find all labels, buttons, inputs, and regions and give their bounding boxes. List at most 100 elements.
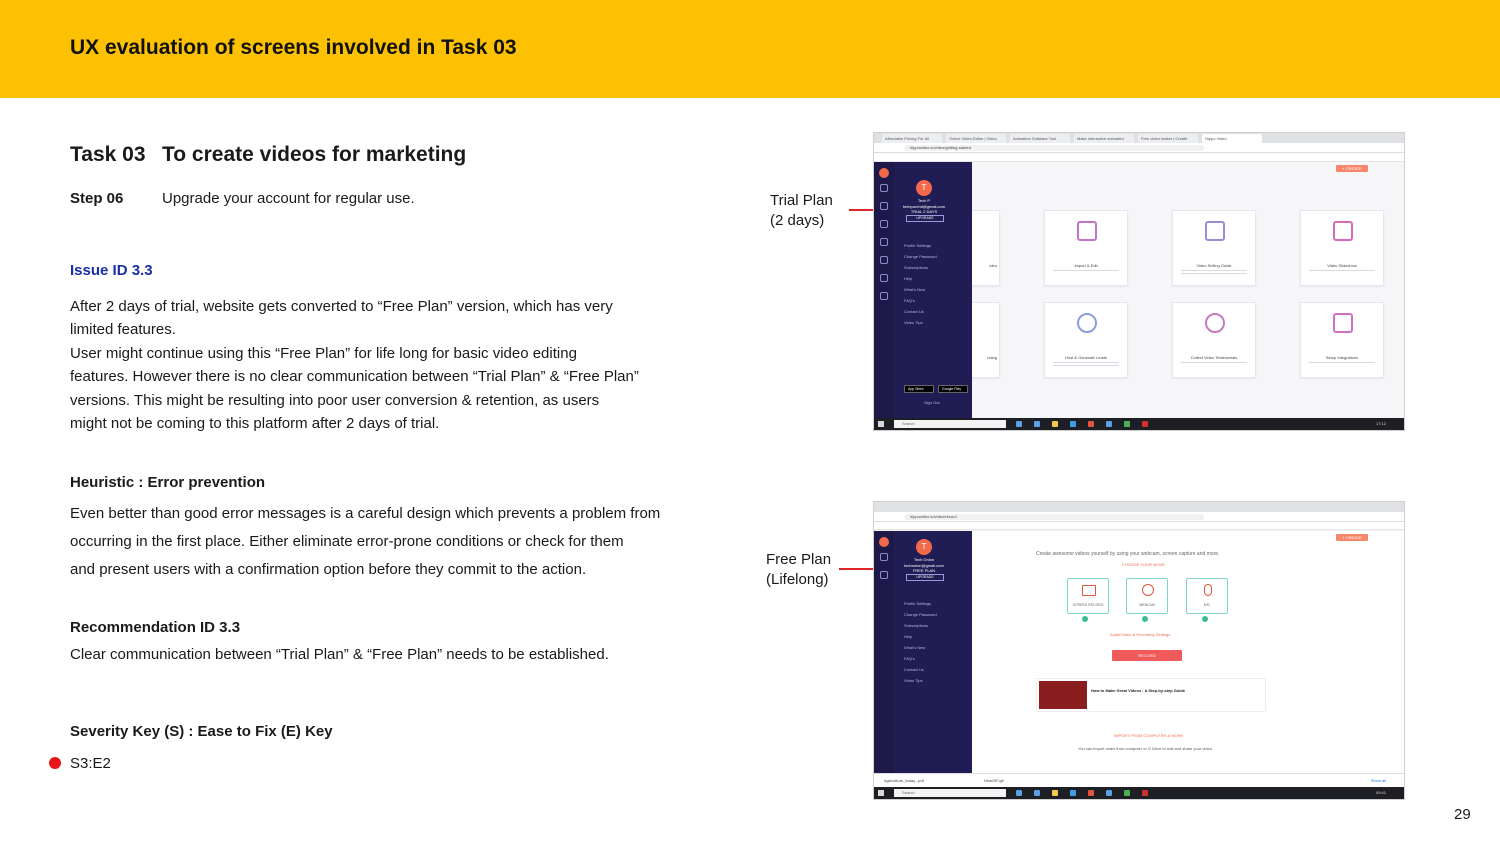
browser-tab[interactable]: Affordable Pricing For All	[882, 134, 942, 143]
user-name: Tech Onion	[913, 557, 935, 562]
windows-start-icon[interactable]	[878, 790, 884, 796]
menu-item-profile-settings[interactable]: Profile Settings	[904, 601, 931, 606]
menu-item-video-tips[interactable]: Video Tips	[904, 320, 923, 325]
video-icon[interactable]	[880, 553, 888, 561]
sign-out-link[interactable]: Sign Out	[924, 400, 940, 405]
contacts-icon[interactable]	[880, 256, 888, 264]
library-icon[interactable]	[880, 202, 888, 210]
menu-item-change-password[interactable]: Change Password	[904, 612, 937, 617]
taskbar-app-icon[interactable]	[1016, 421, 1022, 427]
issue-description: After 2 days of trial, website gets conv…	[70, 295, 690, 435]
show-all-link[interactable]: Show all	[1371, 778, 1386, 783]
browser-tab[interactable]: Hippo Video	[1202, 134, 1262, 143]
analytics-icon[interactable]	[880, 238, 888, 246]
browser-tab-bar	[874, 502, 1404, 512]
menu-item-whats-new[interactable]: What's New	[904, 645, 925, 650]
acrobat-icon[interactable]	[1142, 790, 1148, 796]
user-name: Tech P	[917, 198, 931, 203]
menu-item-video-tips[interactable]: Video Tips	[904, 678, 923, 683]
create-button[interactable]: + CREATE	[1336, 534, 1368, 541]
upgrade-button[interactable]: UPGRADE	[906, 574, 944, 581]
menu-item-profile-settings[interactable]: Profile Settings	[904, 243, 931, 248]
menu-item-subscriptions[interactable]: Subscriptions	[904, 623, 928, 628]
featured-video[interactable]: How to Make Great Videos : A Step-by-ste…	[1036, 678, 1266, 712]
menu-item-change-password[interactable]: Change Password	[904, 254, 937, 259]
menu-item-help[interactable]: Help	[904, 634, 912, 639]
url-field[interactable]: hippovideo.io/video/record	[904, 514, 1204, 520]
step-text: Upgrade your account for regular use.	[162, 190, 415, 207]
record-button[interactable]: RECORD	[1112, 650, 1182, 661]
home-icon[interactable]	[880, 184, 888, 192]
url-field[interactable]: hippovideo.io/video/getting-started	[904, 145, 1204, 151]
audio-settings-link[interactable]: Audio/Video & Recording Settings	[1110, 632, 1170, 637]
browser-tab[interactable]: Make interactive animated	[1074, 134, 1134, 143]
mode-label: WEBCAM	[1139, 603, 1155, 607]
host-generate-leads-card[interactable]: Host & Generate Leads	[1044, 302, 1128, 378]
menu-item-contact-us[interactable]: Contact Us	[904, 309, 924, 314]
upgrade-button[interactable]: UPGRADE	[906, 215, 944, 222]
video-slideshow-card[interactable]: Video Slideshow	[1300, 210, 1384, 286]
windows-start-icon[interactable]	[878, 421, 884, 427]
menu-item-contact-us[interactable]: Contact Us	[904, 667, 924, 672]
edge-icon[interactable]	[1070, 790, 1076, 796]
annotation-line: Free Plan	[766, 551, 832, 568]
taskbar-app-icon[interactable]	[1034, 790, 1040, 796]
video-icon[interactable]	[880, 220, 888, 228]
heuristic-line: and present users with a confirmation op…	[70, 561, 587, 578]
chrome-icon[interactable]	[1088, 421, 1094, 427]
browser-tab[interactable]: Online Video Editor | Video	[946, 134, 1006, 143]
bookmarks-bar	[874, 153, 1404, 162]
mode-screen-record[interactable]: SCREEN RECORD	[1067, 578, 1109, 614]
settings-icon[interactable]	[880, 571, 888, 579]
chrome-icon[interactable]	[1088, 790, 1094, 796]
partial-card[interactable]: nding	[972, 302, 1000, 378]
browser-tab[interactable]: Animation Software Tool	[1010, 134, 1070, 143]
taskbar-app-icon[interactable]	[1106, 421, 1112, 427]
video-title[interactable]: How to Make Great Videos : A Step-by-ste…	[1091, 688, 1185, 693]
browser-url-bar: hippovideo.io/video/record	[874, 512, 1404, 522]
leads-icon	[1077, 313, 1097, 333]
card-description	[1309, 270, 1375, 276]
recommendation-text: Clear communication between “Trial Plan”…	[70, 646, 609, 663]
taskbar-app-icon[interactable]	[1034, 421, 1040, 427]
video-thumbnail[interactable]	[1039, 681, 1087, 709]
download-item[interactable]: HowGIF.gif	[984, 778, 1004, 783]
browser-tab[interactable]: Free video maker | Create	[1138, 134, 1198, 143]
menu-item-subscriptions[interactable]: Subscriptions	[904, 265, 928, 270]
menu-item-faqs[interactable]: FAQ's	[904, 298, 915, 303]
taskbar-search[interactable]: Search	[894, 789, 1006, 797]
taskbar-search[interactable]: Search	[894, 420, 1006, 428]
profile-icon[interactable]	[880, 274, 888, 282]
video-selling-guide-card[interactable]: Video Selling Guide	[1172, 210, 1256, 286]
menu-item-whats-new[interactable]: What's New	[904, 287, 925, 292]
avatar[interactable]: T	[916, 539, 932, 555]
mode-label: SCREEN RECORD	[1072, 603, 1104, 607]
avatar[interactable]: T	[916, 180, 932, 196]
import-text: You can import video from computer or G …	[1078, 746, 1214, 751]
taskbar-app-icon[interactable]	[1124, 790, 1130, 796]
menu-item-help[interactable]: Help	[904, 276, 912, 281]
google-play-badge[interactable]: Google Play	[938, 385, 968, 393]
import-edit-card[interactable]: Import & Edit	[1044, 210, 1128, 286]
app-icon-rail	[874, 162, 894, 418]
collect-testimonials-card[interactable]: Collect Video Testimonials	[1172, 302, 1256, 378]
create-button[interactable]: + CREATE	[1336, 165, 1368, 172]
card-label: ideo	[989, 263, 997, 268]
app-store-badge[interactable]: App Store	[904, 385, 934, 393]
folder-icon[interactable]	[1052, 421, 1058, 427]
download-item[interactable]: Agriculture_today...pdf	[884, 778, 924, 783]
setup-integrations-card[interactable]: Setup Integrations	[1300, 302, 1384, 378]
issue-line: After 2 days of trial, website gets conv…	[70, 298, 613, 315]
settings-icon[interactable]	[880, 292, 888, 300]
mode-mic[interactable]: MIC	[1186, 578, 1228, 614]
menu-item-faqs[interactable]: FAQ's	[904, 656, 915, 661]
taskbar-app-icon[interactable]	[1124, 421, 1130, 427]
severity-value: S3:E2	[70, 755, 111, 772]
edge-icon[interactable]	[1070, 421, 1076, 427]
folder-icon[interactable]	[1052, 790, 1058, 796]
mode-webcam[interactable]: WEBCAM	[1126, 578, 1168, 614]
partial-card[interactable]: ideo	[972, 210, 1000, 286]
taskbar-app-icon[interactable]	[1016, 790, 1022, 796]
taskbar-app-icon[interactable]	[1106, 790, 1112, 796]
acrobat-icon[interactable]	[1142, 421, 1148, 427]
